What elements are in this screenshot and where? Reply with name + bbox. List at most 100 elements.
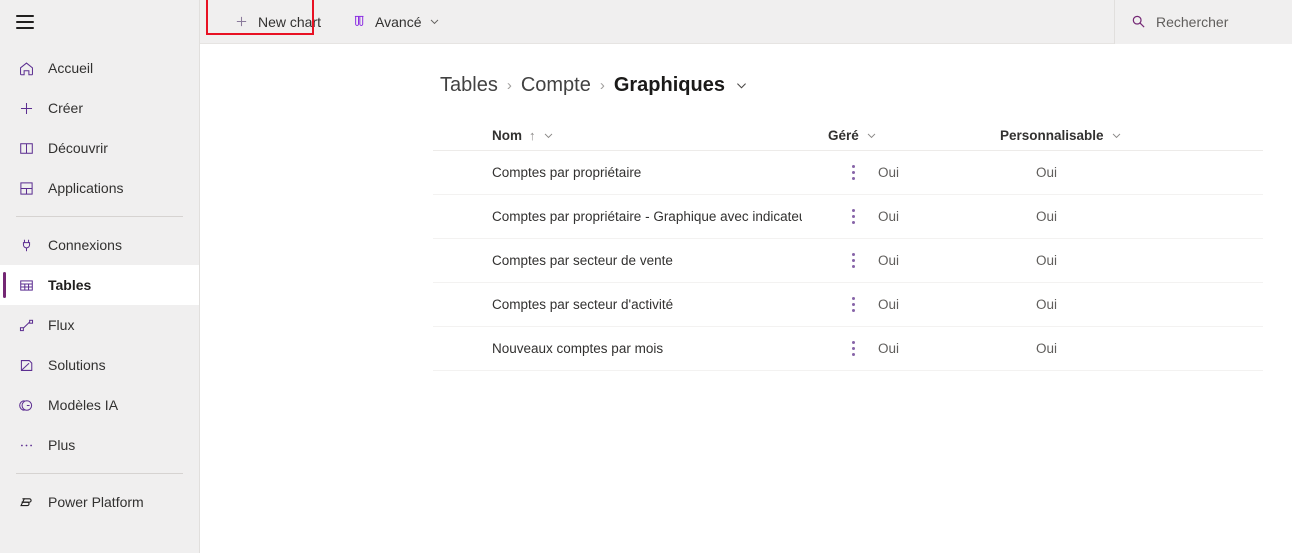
table-row[interactable]: Comptes par secteur d'activité Oui Oui xyxy=(433,283,1263,327)
chevron-down-icon[interactable] xyxy=(735,79,748,92)
charts-table: Nom ↑ Géré xyxy=(200,121,1292,371)
more-vertical-icon[interactable] xyxy=(842,341,864,356)
solutions-icon xyxy=(16,355,36,375)
cell-customizable: Oui xyxy=(1036,297,1263,312)
chevron-down-icon[interactable] xyxy=(1111,130,1122,141)
breadcrumb-separator: › xyxy=(600,77,605,94)
main-region: New chart Avancé xyxy=(200,0,1292,553)
sidebar-item-applications[interactable]: Applications xyxy=(0,168,199,208)
chart-name: Comptes par secteur d'activité xyxy=(492,297,673,312)
chevron-down-icon[interactable] xyxy=(866,130,877,141)
table-row[interactable]: Comptes par propriétaire Oui Oui xyxy=(433,151,1263,195)
ai-brain-icon xyxy=(16,395,36,415)
cell-managed: Oui xyxy=(864,341,1036,356)
more-vertical-icon[interactable] xyxy=(842,297,864,312)
column-header-nom[interactable]: Nom ↑ xyxy=(433,128,828,143)
sidebar-item-label: Modèles IA xyxy=(48,397,118,413)
sidebar-item-tables[interactable]: Tables xyxy=(0,265,199,305)
plus-icon xyxy=(232,13,250,31)
cell-customizable: Oui xyxy=(1036,165,1263,180)
more-vertical-icon[interactable] xyxy=(842,253,864,268)
new-chart-button[interactable]: New chart xyxy=(222,4,331,40)
sidebar-item-creer[interactable]: Créer xyxy=(0,88,199,128)
cell-customizable: Oui xyxy=(1036,341,1263,356)
ellipsis-icon xyxy=(16,435,36,455)
search-box[interactable] xyxy=(1114,0,1292,44)
more-vertical-icon[interactable] xyxy=(842,165,864,180)
cell-name: Comptes par secteur de vente xyxy=(433,253,828,268)
cell-name: Comptes par propriétaire - Graphique ave… xyxy=(433,209,828,224)
chevron-down-icon xyxy=(429,16,440,27)
sidebar-item-power-platform[interactable]: Power Platform xyxy=(0,482,199,522)
column-header-label: Personnalisable xyxy=(1000,128,1104,143)
sidebar-item-connexions[interactable]: Connexions xyxy=(0,225,199,265)
chart-name: Nouveaux comptes par mois xyxy=(492,341,663,356)
sidebar-item-plus[interactable]: Plus xyxy=(0,425,199,465)
table-row[interactable]: Nouveaux comptes par mois Oui Oui xyxy=(433,327,1263,371)
cell-managed: Oui xyxy=(864,165,1036,180)
app-root: Accueil Créer Découvrir xyxy=(0,0,1292,553)
column-header-label: Géré xyxy=(828,128,859,143)
book-icon xyxy=(16,138,36,158)
chart-name: Comptes par secteur de vente xyxy=(492,253,673,268)
sort-ascending-icon: ↑ xyxy=(529,128,536,143)
breadcrumb: Tables › Compte › Graphiques xyxy=(200,44,1292,97)
sidebar-item-accueil[interactable]: Accueil xyxy=(0,48,199,88)
sidebar-divider-bottom xyxy=(16,473,183,474)
home-icon xyxy=(16,58,36,78)
sidebar-item-label: Découvrir xyxy=(48,140,108,156)
power-platform-icon xyxy=(16,492,36,512)
breadcrumb-separator: › xyxy=(507,77,512,94)
cell-managed: Oui xyxy=(864,209,1036,224)
column-header-gere[interactable]: Géré xyxy=(828,128,1000,143)
breadcrumb-item-tables[interactable]: Tables xyxy=(440,74,498,97)
sidebar-nav-list: Accueil Créer Découvrir xyxy=(0,44,199,522)
cell-customizable: Oui xyxy=(1036,253,1263,268)
content-area: Tables › Compte › Graphiques Nom ↑ xyxy=(200,44,1292,553)
sidebar-item-decouvrir[interactable]: Découvrir xyxy=(0,128,199,168)
command-bar: New chart Avancé xyxy=(200,0,1292,44)
sidebar-item-modeles-ia[interactable]: Modèles IA xyxy=(0,385,199,425)
apps-grid-icon xyxy=(16,178,36,198)
chevron-down-icon[interactable] xyxy=(543,130,554,141)
table-header-row: Nom ↑ Géré xyxy=(433,121,1263,151)
cell-name: Nouveaux comptes par mois xyxy=(433,341,828,356)
column-header-label: Nom xyxy=(492,128,522,143)
table-row[interactable]: Comptes par propriétaire - Graphique ave… xyxy=(433,195,1263,239)
search-icon xyxy=(1131,14,1146,29)
sidebar-item-label: Plus xyxy=(48,437,75,453)
test-tubes-icon xyxy=(349,13,367,31)
sidebar-item-label: Connexions xyxy=(48,237,122,253)
table-grid-icon xyxy=(16,275,36,295)
sidebar-item-label: Applications xyxy=(48,180,124,196)
more-vertical-icon[interactable] xyxy=(842,209,864,224)
advanced-label: Avancé xyxy=(375,14,421,30)
breadcrumb-item-graphiques: Graphiques xyxy=(614,74,725,97)
sidebar-item-label: Créer xyxy=(48,100,83,116)
sidebar-item-flux[interactable]: Flux xyxy=(0,305,199,345)
sidebar-item-label: Power Platform xyxy=(48,494,144,510)
cell-name: Comptes par propriétaire xyxy=(433,165,828,180)
sidebar-item-label: Accueil xyxy=(48,60,93,76)
plus-icon xyxy=(16,98,36,118)
breadcrumb-item-compte[interactable]: Compte xyxy=(521,74,591,97)
new-chart-label: New chart xyxy=(258,14,321,30)
advanced-button[interactable]: Avancé xyxy=(339,4,450,40)
flow-icon xyxy=(16,315,36,335)
cell-name: Comptes par secteur d'activité xyxy=(433,297,828,312)
sidebar-divider-top xyxy=(16,216,183,217)
search-input[interactable] xyxy=(1156,14,1276,30)
table-row[interactable]: Comptes par secteur de vente Oui Oui xyxy=(433,239,1263,283)
sidebar-item-label: Flux xyxy=(48,317,74,333)
sidebar: Accueil Créer Découvrir xyxy=(0,0,200,553)
column-header-personnalisable[interactable]: Personnalisable xyxy=(1000,128,1263,143)
sidebar-item-label: Solutions xyxy=(48,357,106,373)
cell-managed: Oui xyxy=(864,253,1036,268)
new-chart-wrapper: New chart xyxy=(214,4,331,40)
cell-customizable: Oui xyxy=(1036,209,1263,224)
sidebar-item-solutions[interactable]: Solutions xyxy=(0,345,199,385)
chart-name: Comptes par propriétaire - Graphique ave… xyxy=(492,209,802,224)
hamburger-menu-button[interactable] xyxy=(0,0,199,44)
plug-icon xyxy=(16,235,36,255)
chart-name: Comptes par propriétaire xyxy=(492,165,641,180)
